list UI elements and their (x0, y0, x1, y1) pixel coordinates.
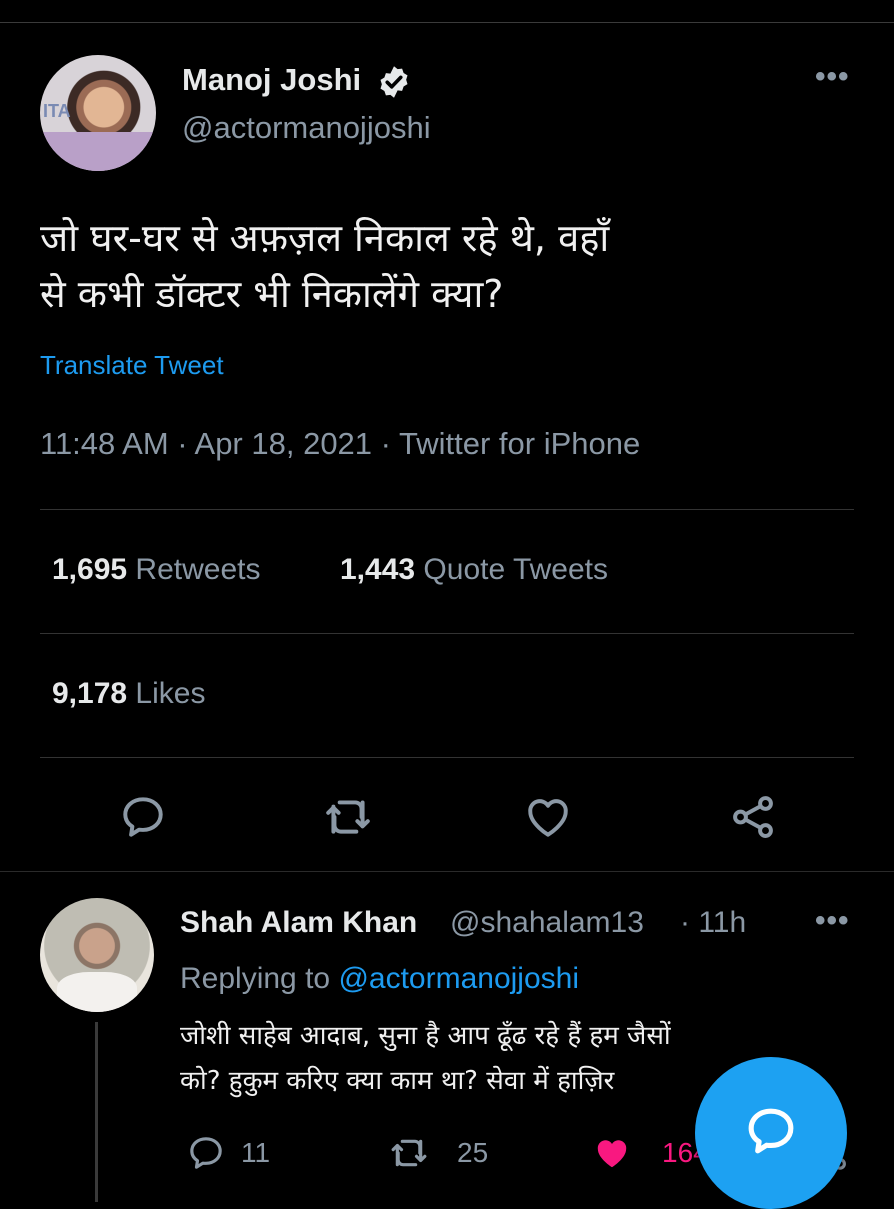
likes-label: Likes (135, 677, 206, 710)
retweets-label: Retweets (135, 553, 261, 586)
reply-retweet-count: 25 (457, 1137, 489, 1168)
translate-tweet-link[interactable]: Translate Tweet (40, 350, 224, 381)
divider (0, 871, 894, 872)
share-button[interactable] (728, 792, 778, 842)
avatar-tag: ITA (43, 101, 71, 122)
tweet-text-line-1: जो घर-घर से अफ़ज़ल निकाल रहे थे, वहाँ (40, 216, 610, 260)
compose-icon (748, 1108, 794, 1154)
retweets-stat[interactable]: 1,695 Retweets (52, 553, 260, 587)
reply-reply-count: 11 (241, 1137, 271, 1168)
retweet-button[interactable] (323, 792, 373, 842)
reply-reply-button[interactable]: 11 (186, 1133, 270, 1173)
quotes-count: 1,443 (340, 553, 416, 586)
divider (40, 509, 854, 510)
replying-to: Replying to @actormanojjoshi (180, 962, 579, 996)
share-icon (733, 796, 773, 838)
retweet-icon (391, 1139, 427, 1167)
reply-button[interactable] (118, 792, 168, 842)
tweet-meta: 11:48 AM · Apr 18, 2021 · Twitter for iP… (40, 426, 641, 461)
like-button[interactable] (523, 792, 573, 842)
reply-icon (123, 797, 163, 837)
reply-author-name[interactable]: Shah Alam Khan (180, 906, 417, 940)
verified-icon (380, 66, 408, 98)
like-icon (597, 1140, 627, 1168)
retweets-count: 1,695 (52, 553, 128, 586)
reply-icon (190, 1137, 222, 1169)
author-handle[interactable]: @actormanojjoshi (182, 110, 431, 146)
reply-like-button[interactable]: 164 (592, 1133, 709, 1173)
reply-more-icon[interactable]: ••• (815, 904, 850, 938)
author-name[interactable]: Manoj Joshi (182, 62, 361, 98)
top-divider (0, 22, 894, 23)
like-icon (528, 799, 568, 837)
tweet-text: जो घर-घर से अफ़ज़ल निकाल रहे थे, वहाँ से… (40, 210, 860, 322)
compose-button[interactable] (695, 1057, 847, 1209)
reply-text-line-1: जोशी साहेब आदाब, सुना है आप ढूँढ रहे हैं… (180, 1021, 671, 1051)
likes-count: 9,178 (52, 677, 128, 710)
reply-author-handle[interactable]: @shahalam13 (450, 906, 644, 940)
reply-time: · 11h (680, 906, 747, 939)
quote-tweets-stat[interactable]: 1,443 Quote Tweets (340, 553, 608, 587)
replying-to-handle[interactable]: @actormanojjoshi (338, 962, 579, 995)
author-avatar[interactable]: ITA (40, 55, 156, 171)
replying-to-label: Replying to (180, 962, 331, 995)
divider (40, 633, 854, 634)
more-icon[interactable]: ••• (815, 60, 850, 94)
thread-line (95, 1022, 98, 1202)
tweet-text-line-2: से कभी डॉक्टर भी निकालेंगे क्या? (40, 272, 504, 316)
retweet-icon (326, 800, 370, 834)
quotes-label: Quote Tweets (423, 553, 608, 586)
divider (40, 757, 854, 758)
reply-retweet-button[interactable]: 25 (389, 1133, 488, 1173)
reply-author-avatar[interactable] (40, 898, 154, 1012)
likes-stat[interactable]: 9,178 Likes (52, 677, 205, 711)
